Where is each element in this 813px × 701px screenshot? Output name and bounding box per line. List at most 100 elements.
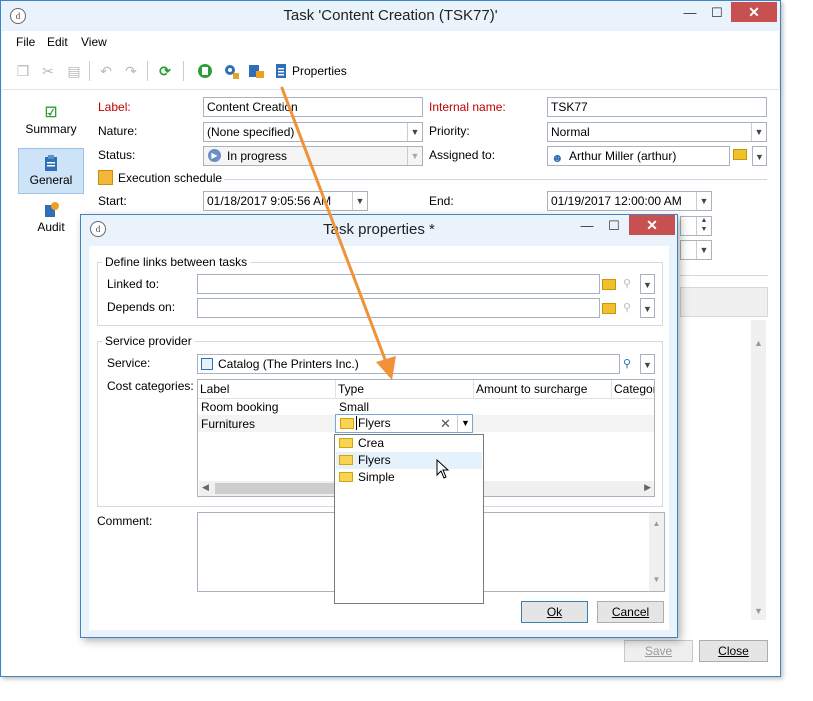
end-label: End: [429, 194, 454, 208]
user-icon: ☻ [551, 151, 564, 165]
title-bar[interactable]: d Task 'Content Creation (TSK77)' — ☐ ✕ [1, 1, 780, 31]
task-link-icon[interactable] [248, 63, 264, 79]
dialog-minimize-button[interactable]: — [574, 216, 600, 236]
chevron-down-icon[interactable]: ▼ [696, 192, 711, 210]
assigned-to-label: Assigned to: [429, 148, 496, 162]
links-group-title: Define links between tasks [102, 255, 251, 269]
properties-icon[interactable] [273, 63, 289, 79]
depends-on-input[interactable] [197, 298, 600, 318]
chevron-down-icon[interactable]: ▼ [752, 146, 767, 166]
status-label: Status: [98, 148, 136, 162]
end-date-input[interactable]: 01/19/2017 12:00:00 AM ▼ [547, 191, 712, 211]
chevron-down-icon[interactable]: ▼ [640, 274, 655, 294]
ok-button[interactable]: Ok [521, 601, 588, 623]
paste-icon[interactable]: ▤ [66, 63, 82, 79]
category-icon [339, 438, 353, 448]
calendar-icon [98, 170, 113, 185]
column-header-amount[interactable]: Amount to surcharge [474, 380, 612, 398]
nav-audit[interactable]: Audit [18, 202, 84, 234]
cancel-button-label: Cancel [611, 605, 650, 619]
internal-name-input[interactable]: TSK77 [547, 97, 767, 117]
folder-icon[interactable] [602, 303, 616, 314]
scroll-left-icon[interactable]: ◀ [202, 482, 209, 493]
nature-select[interactable]: (None specified) ▼ [203, 122, 423, 142]
start-date-input[interactable]: 01/18/2017 9:05:56 AM ▼ [203, 191, 368, 211]
status-select[interactable]: ▶ In progress ▼ [203, 146, 423, 166]
row-label-cell: Furnitures [201, 417, 256, 431]
column-header-type[interactable]: Type [336, 380, 474, 398]
row-label-cell: Room booking [201, 400, 279, 414]
chevron-down-icon[interactable]: ▼ [457, 415, 473, 432]
comment-scrollbar[interactable]: ▲ ▼ [649, 513, 664, 591]
mouse-cursor-icon [436, 459, 450, 479]
nav-general[interactable]: General [18, 148, 84, 194]
copy-icon[interactable]: ❐ [15, 63, 31, 79]
chevron-down-icon[interactable]: ▼ [696, 241, 711, 259]
type-cell-editor[interactable]: Flyers ✕ ▼ [335, 414, 473, 433]
nav-summary[interactable]: ☑ Summary [18, 104, 84, 136]
check-icon: ☑ [44, 104, 58, 120]
folder-icon[interactable] [602, 279, 616, 290]
save-button[interactable]: Save [624, 640, 693, 662]
play-icon: ▶ [208, 149, 221, 162]
menu-edit[interactable]: Edit [47, 35, 68, 49]
properties-button-label[interactable]: Properties [292, 64, 347, 78]
menu-view[interactable]: View [81, 35, 107, 49]
nav-audit-label: Audit [37, 220, 65, 234]
dialog-maximize-button[interactable]: ☐ [601, 216, 627, 236]
label-input[interactable]: Content Creation [203, 97, 423, 117]
scroll-thumb[interactable] [215, 483, 335, 494]
chevron-down-icon[interactable]: ▼ [407, 147, 422, 165]
dropdown-option[interactable]: Flyers [336, 452, 482, 469]
maximize-button[interactable]: ☐ [704, 3, 730, 23]
priority-value: Normal [551, 125, 590, 139]
service-provider-group-title: Service provider [102, 334, 195, 348]
search-icon[interactable]: ⚲ [620, 301, 634, 315]
scroll-right-icon[interactable]: ▶ [644, 482, 651, 493]
linked-to-input[interactable] [197, 274, 600, 294]
cost-categories-label: Cost categories: [107, 379, 194, 393]
redo-icon[interactable]: ↷ [123, 63, 139, 79]
settings-icon[interactable] [223, 63, 239, 79]
dialog-close-button[interactable]: ✕ [629, 215, 675, 235]
chevron-down-icon[interactable]: ▼ [640, 298, 655, 318]
close-window-button[interactable]: ✕ [731, 2, 777, 22]
spin-icon[interactable]: ▲ ▼ [696, 217, 711, 235]
refresh-icon[interactable]: ⟳ [157, 63, 173, 79]
search-icon[interactable]: ⚲ [620, 357, 634, 371]
type-dropdown-list: Crea Flyers Simple [334, 434, 484, 604]
chevron-down-icon[interactable]: ▼ [640, 354, 655, 374]
chevron-down-icon[interactable]: ▼ [407, 123, 422, 141]
close-button[interactable]: Close [699, 640, 768, 662]
start-date-value: 01/18/2017 9:05:56 AM [207, 194, 332, 208]
service-input[interactable]: Catalog (The Printers Inc.) [197, 354, 620, 374]
dropdown-option[interactable]: Crea [336, 435, 482, 452]
undo-icon[interactable]: ↶ [98, 63, 114, 79]
chevron-down-icon[interactable]: ▼ [352, 192, 367, 210]
row-type-cell: Small [339, 400, 370, 414]
minimize-button[interactable]: — [677, 3, 703, 23]
close-button-label: Close [718, 644, 749, 658]
menu-file[interactable]: File [16, 35, 35, 49]
search-icon[interactable]: ⚲ [620, 277, 634, 291]
table-row[interactable]: Room booking Small [198, 399, 654, 415]
category-icon [339, 472, 353, 482]
column-header-label[interactable]: Label [198, 380, 336, 398]
category-icon [339, 455, 353, 465]
partial-select[interactable]: ▼ [680, 240, 712, 260]
chevron-down-icon[interactable]: ▼ [751, 123, 766, 141]
folder-icon[interactable] [733, 149, 747, 160]
clear-icon[interactable]: ✕ [440, 416, 451, 432]
save-button-label: Save [644, 644, 673, 658]
column-header-category[interactable]: Categor [612, 380, 654, 398]
main-vertical-scrollbar[interactable]: ▲ ▼ [751, 320, 766, 620]
dropdown-option[interactable]: Simple [336, 469, 482, 486]
duration-spinner[interactable]: ▲ ▼ [680, 216, 712, 236]
dialog-title-bar[interactable]: d Task properties * — ☐ ✕ [81, 215, 677, 245]
cut-icon[interactable]: ✂ [40, 63, 56, 79]
nature-value: (None specified) [207, 125, 295, 139]
assigned-to-input[interactable]: ☻ Arthur Miller (arthur) [547, 146, 730, 166]
priority-select[interactable]: Normal ▼ [547, 122, 767, 142]
calculator-icon[interactable] [197, 63, 213, 79]
cancel-button[interactable]: Cancel [597, 601, 664, 623]
